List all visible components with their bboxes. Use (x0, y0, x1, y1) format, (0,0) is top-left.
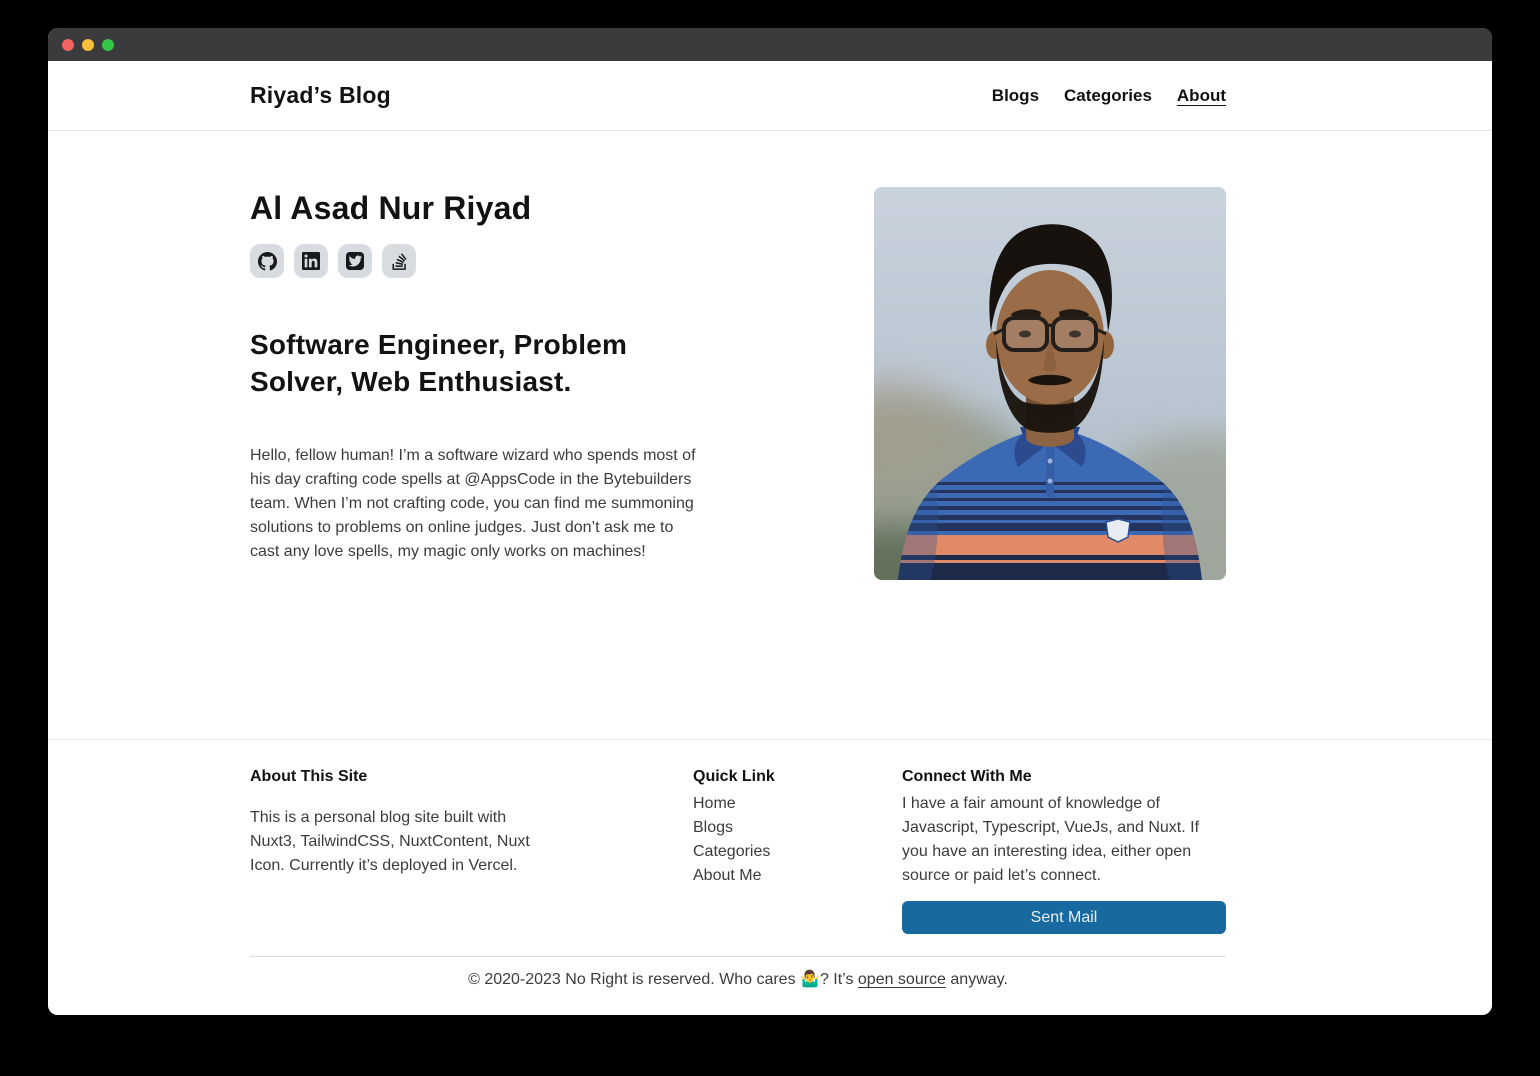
footer-about-column: About This Site This is a personal blog … (250, 768, 550, 934)
nav-blogs[interactable]: Blogs (992, 86, 1039, 106)
nav-categories[interactable]: Categories (1064, 86, 1152, 106)
quicklink-home[interactable]: Home (693, 792, 775, 816)
close-window-button[interactable] (62, 39, 74, 51)
footer-connect-title: Connect With Me (902, 768, 1226, 786)
portrait-illustration (874, 187, 1226, 580)
quicklink-about-me[interactable]: About Me (693, 864, 775, 888)
sent-mail-button[interactable]: Sent Mail (902, 901, 1226, 934)
site-brand[interactable]: Riyad’s Blog (250, 82, 391, 109)
tagline: Software Engineer, Problem Solver, Web E… (250, 326, 674, 400)
main-content: Al Asad Nur Riyad Software Engin (48, 131, 1492, 739)
window-titlebar (48, 28, 1492, 61)
quicklink-blogs[interactable]: Blogs (693, 816, 775, 840)
linkedin-icon[interactable] (294, 244, 328, 278)
hero-text-column: Al Asad Nur Riyad Software Engin (250, 187, 720, 580)
page-title: Al Asad Nur Riyad (250, 187, 720, 229)
stackoverflow-icon[interactable] (382, 244, 416, 278)
open-source-link[interactable]: open source (858, 971, 946, 988)
footer-connect-text: I have a fair amount of knowledge of Jav… (902, 792, 1226, 888)
footer-about-title: About This Site (250, 768, 550, 786)
site-header: Riyad’s Blog Blogs Categories About (48, 61, 1492, 131)
zoom-window-button[interactable] (102, 39, 114, 51)
footer-quick-links-column: Quick Link Home Blogs Categories About M… (693, 768, 775, 934)
github-icon[interactable] (250, 244, 284, 278)
footer-quicklink-title: Quick Link (693, 768, 775, 786)
copyright-line: © 2020-2023 No Right is reserved. Who ca… (250, 957, 1226, 1015)
main-nav: Blogs Categories About (992, 86, 1226, 106)
browser-window: Riyad’s Blog Blogs Categories About Al A… (48, 28, 1492, 1015)
copyright-suffix: anyway. (946, 971, 1008, 988)
quick-link-list: Home Blogs Categories About Me (693, 792, 775, 888)
nav-about[interactable]: About (1177, 86, 1226, 106)
bio-text: Hello, fellow human! I’m a software wiza… (250, 444, 702, 564)
quicklink-categories[interactable]: Categories (693, 840, 775, 864)
site-footer: About This Site This is a personal blog … (48, 739, 1492, 1015)
social-links (250, 244, 720, 278)
twitter-icon[interactable] (338, 244, 372, 278)
minimize-window-button[interactable] (82, 39, 94, 51)
footer-connect-column: Connect With Me I have a fair amount of … (902, 768, 1226, 934)
footer-about-text: This is a personal blog site built with … (250, 806, 550, 878)
copyright-text: © 2020-2023 No Right is reserved. Who ca… (468, 971, 858, 988)
profile-photo (874, 187, 1226, 580)
